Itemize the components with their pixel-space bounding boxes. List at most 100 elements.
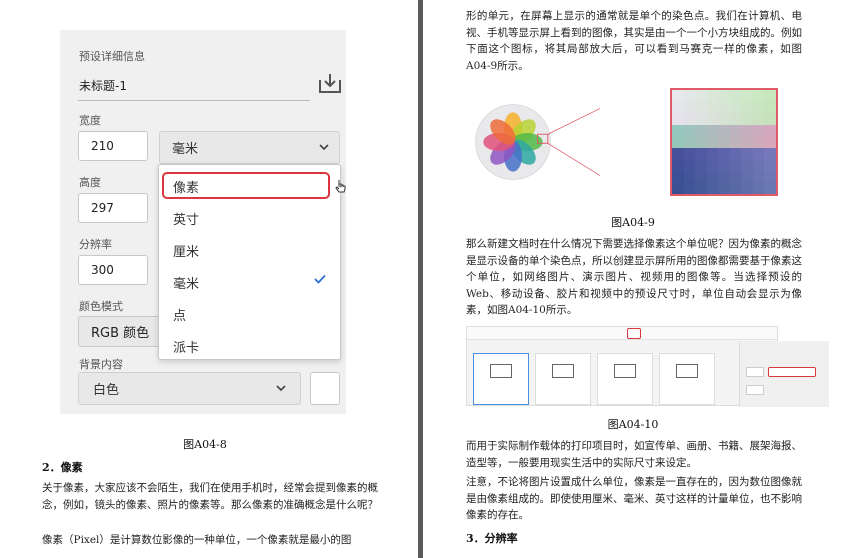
mosaic-pixel bbox=[764, 159, 776, 171]
mosaic-pixel bbox=[672, 147, 684, 160]
unit-select[interactable]: 毫米 bbox=[159, 131, 340, 164]
mosaic-pixel bbox=[741, 101, 753, 114]
mosaic-pixel bbox=[741, 170, 753, 183]
hand-cursor-icon bbox=[335, 180, 346, 193]
figure-caption: 图A04-9 bbox=[611, 216, 655, 229]
preset-card bbox=[535, 353, 591, 405]
figure-caption: 图A04-10 bbox=[607, 418, 659, 431]
highlight-box bbox=[627, 328, 641, 339]
body-paragraph: 关于像素，大家应该不会陌生，我们在使用手机时，经常会提到像素的概念，例如，镜头的… bbox=[42, 482, 378, 511]
height-input[interactable]: 297 bbox=[78, 193, 148, 223]
mosaic-pixel bbox=[706, 136, 719, 148]
preset-card bbox=[597, 353, 653, 405]
mosaic-pixel bbox=[752, 101, 765, 114]
save-preset-icon[interactable] bbox=[318, 72, 342, 94]
mosaic-pixel bbox=[752, 136, 765, 148]
mosaic-pixel bbox=[741, 147, 753, 160]
mosaic-pixel bbox=[672, 182, 684, 194]
mosaic-pixel bbox=[729, 124, 742, 137]
mosaic-pixel bbox=[764, 136, 776, 148]
mosaic-pixel bbox=[695, 101, 707, 114]
mosaic-pixel bbox=[729, 101, 742, 114]
checkmark-icon bbox=[314, 274, 326, 284]
mosaic-pixel bbox=[729, 90, 742, 102]
unit-option-point[interactable]: 点 bbox=[173, 305, 186, 324]
mosaic-pixel bbox=[706, 101, 719, 114]
new-document-dialog-figure: 预设详细信息 未标题-1 宽度 210 毫米 高度 297 分辨率 300 颜色… bbox=[60, 30, 346, 414]
resolution-label: 分辨率 bbox=[79, 238, 112, 251]
body-paragraph: 而用于实际制作载体的打印项目时，如宣传单、画册、书籍、展架海报、造型等，一般要用… bbox=[466, 440, 802, 469]
mosaic-pixel bbox=[706, 113, 719, 125]
mosaic-pixel bbox=[752, 182, 765, 194]
mosaic-pixel bbox=[741, 90, 753, 102]
mosaic-pixel bbox=[729, 159, 742, 171]
mosaic-pixel bbox=[695, 147, 707, 160]
unit-select-value: 毫米 bbox=[172, 142, 199, 157]
mosaic-pixel bbox=[752, 147, 765, 160]
unit-option-inch[interactable]: 英寸 bbox=[173, 209, 199, 228]
color-mode-select[interactable]: RGB 颜色 bbox=[78, 316, 168, 347]
mosaic-pixel bbox=[683, 170, 696, 183]
doc-name-field[interactable]: 未标题-1 bbox=[79, 77, 127, 94]
mosaic-pixel bbox=[752, 159, 765, 171]
body-paragraph: 那么新建文档时在什么情况下需要选择像素这个单位呢？因为像素的概念是显示设备的单个… bbox=[466, 238, 802, 316]
mosaic-pixel bbox=[683, 136, 696, 148]
mosaic-pixel bbox=[683, 159, 696, 171]
preset-screenshot-figure bbox=[466, 326, 829, 407]
color-mode-label: 颜色模式 bbox=[79, 300, 123, 313]
preset-details-title: 预设详细信息 bbox=[79, 50, 145, 63]
mosaic-pixel bbox=[672, 90, 684, 102]
mosaic-pixel bbox=[695, 136, 707, 148]
mosaic-pixel bbox=[672, 124, 684, 137]
mosaic-pixel bbox=[729, 147, 742, 160]
background-color-swatch[interactable] bbox=[310, 372, 340, 405]
section-heading: 2．像素 bbox=[42, 461, 83, 474]
mosaic-pixel bbox=[683, 113, 696, 125]
section-heading: 3．分辨率 bbox=[466, 532, 518, 545]
mosaic-pixel bbox=[683, 124, 696, 137]
mosaic-pixel bbox=[683, 90, 696, 102]
height-label: 高度 bbox=[79, 176, 101, 189]
mosaic-pixel bbox=[764, 182, 776, 194]
doc-name-underline bbox=[78, 100, 310, 101]
preset-details-panel bbox=[739, 341, 829, 407]
mosaic-pixel bbox=[718, 101, 730, 114]
mosaic-pixel bbox=[672, 136, 684, 148]
mosaic-pixel bbox=[706, 90, 719, 102]
width-input[interactable]: 210 bbox=[78, 131, 148, 161]
mosaic-pixel bbox=[764, 124, 776, 137]
mosaic-pixel bbox=[729, 170, 742, 183]
mosaic-pixel bbox=[695, 159, 707, 171]
unit-option-pica[interactable]: 派卡 bbox=[173, 337, 199, 356]
mosaic-pixel bbox=[718, 113, 730, 125]
mosaic-pixel bbox=[672, 113, 684, 125]
chevron-down-icon bbox=[276, 385, 286, 392]
mosaic-pixel bbox=[706, 159, 719, 171]
mosaic-pixel bbox=[706, 147, 719, 160]
unit-option-mm[interactable]: 毫米 bbox=[173, 273, 199, 292]
mosaic-pixel bbox=[752, 124, 765, 137]
mosaic-pixel bbox=[729, 182, 742, 194]
mosaic-pixel bbox=[764, 170, 776, 183]
mosaic-pixel bbox=[741, 124, 753, 137]
mosaic-pixel bbox=[683, 182, 696, 194]
resolution-input[interactable]: 300 bbox=[78, 255, 148, 285]
mosaic-pixel bbox=[718, 124, 730, 137]
mosaic-pixel bbox=[764, 147, 776, 160]
background-label: 背景内容 bbox=[79, 358, 123, 371]
right-page: 形的单元，在屏幕上显示的通常就是单个的染色点。我们在计算机、电视、手机等显示屏上… bbox=[423, 0, 845, 558]
mosaic-pixel bbox=[741, 113, 753, 125]
mosaic-pixel bbox=[672, 101, 684, 114]
background-select[interactable]: 白色 bbox=[78, 372, 301, 405]
mosaic-pixel bbox=[695, 124, 707, 137]
mosaic-pixel bbox=[706, 182, 719, 194]
mosaic-pixel bbox=[672, 170, 684, 183]
mosaic-pixel bbox=[729, 136, 742, 148]
mosaic-pixel bbox=[764, 113, 776, 125]
unit-option-pixel[interactable]: 像素 bbox=[173, 177, 199, 196]
mosaic-pixel bbox=[695, 113, 707, 125]
pixel-mosaic-zoom bbox=[670, 88, 778, 196]
body-paragraph: 形的单元，在屏幕上显示的通常就是单个的染色点。我们在计算机、电视、手机等显示屏上… bbox=[466, 10, 802, 72]
unit-option-cm[interactable]: 厘米 bbox=[173, 241, 199, 260]
photos-app-icon-figure bbox=[475, 104, 601, 180]
